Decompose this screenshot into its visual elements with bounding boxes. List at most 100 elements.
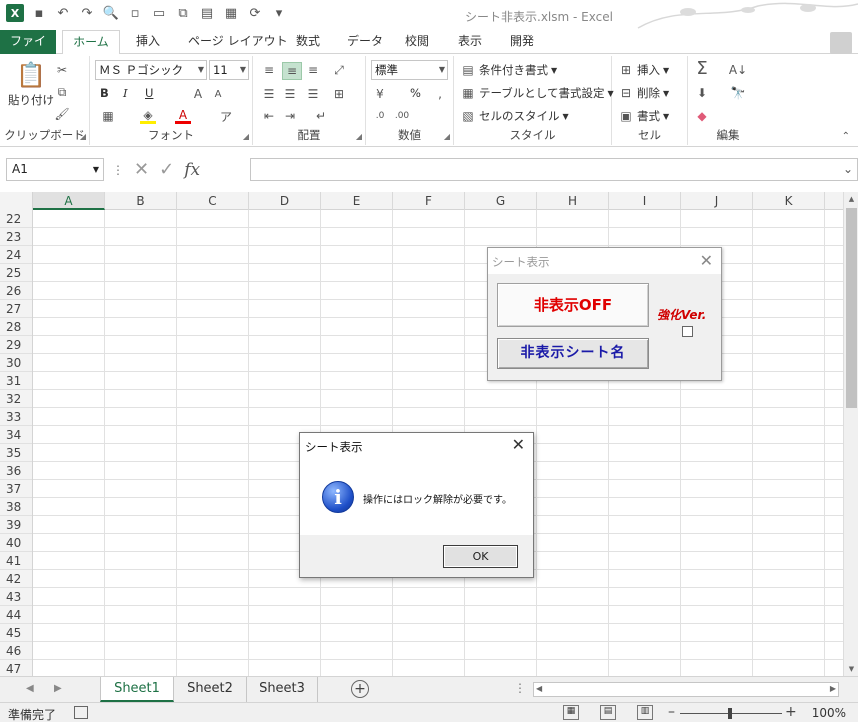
bold-button[interactable]: B (100, 86, 109, 100)
column-header[interactable]: B (105, 192, 177, 210)
tab-view[interactable]: 表示 (450, 30, 490, 54)
zoom-out-icon[interactable]: – (668, 704, 675, 720)
tab-insert[interactable]: 挿入 (128, 30, 168, 54)
row-header[interactable]: 22 (0, 210, 32, 228)
ok-button[interactable]: OK (443, 545, 518, 568)
percent-button[interactable]: % (410, 86, 421, 100)
splitter-handle-icon[interactable]: ⋮ (514, 681, 526, 695)
scroll-right-icon[interactable]: ▶ (830, 684, 836, 693)
format-as-table-button[interactable]: ▦ テーブルとして書式設定 ▼ (460, 85, 613, 101)
align-center-icon[interactable]: ☰ (282, 86, 298, 102)
number-format-select[interactable]: 標準 ▼ (371, 60, 448, 80)
align-middle-icon[interactable]: ≡ (282, 62, 302, 80)
vertical-scrollbar[interactable]: ▲ ▼ (843, 192, 858, 676)
tab-formulas[interactable]: 数式 (288, 30, 328, 54)
open-folder-icon[interactable]: ▭ (150, 4, 168, 22)
collapse-ribbon-icon[interactable]: ⌃ (842, 131, 850, 142)
zoom-level[interactable]: 100% (812, 706, 846, 720)
sheet-tab-sheet3[interactable]: Sheet3 (247, 677, 318, 702)
user-avatar[interactable] (830, 32, 852, 54)
alignment-launcher-icon[interactable]: ◢ (356, 132, 362, 141)
expand-formula-icon[interactable]: ⌄ (843, 162, 853, 176)
tab-file[interactable]: ファイル (0, 30, 56, 71)
hidden-sheets-button[interactable]: 非表示シート名 (497, 338, 649, 369)
font-color-icon[interactable]: A (175, 108, 191, 124)
scroll-up-icon[interactable]: ▲ (844, 192, 858, 206)
refresh-icon[interactable]: ⟳ (246, 4, 264, 22)
row-header[interactable]: 33 (0, 408, 32, 426)
enhanced-version-checkbox[interactable] (682, 326, 693, 337)
currency-icon[interactable]: ¥ (372, 86, 388, 102)
column-header[interactable]: E (321, 192, 393, 210)
fill-color-icon[interactable]: ◈ (140, 108, 156, 124)
decrease-decimal-icon[interactable]: .00 (394, 108, 410, 124)
cancel-icon[interactable]: ✕ (134, 159, 149, 180)
redo-icon[interactable]: ↷ (78, 4, 96, 22)
copy-icon[interactable]: ⧉ (54, 84, 70, 100)
name-box[interactable]: A1 ▼ (6, 158, 104, 181)
row-header[interactable]: 39 (0, 516, 32, 534)
autosum-icon[interactable]: Σ (694, 58, 710, 79)
insert-cells-button[interactable]: ⊞ 挿入 ▼ (618, 62, 669, 78)
find-select-icon[interactable]: 🔭 (730, 85, 746, 101)
save-icon[interactable]: ▪ (30, 4, 48, 22)
add-sheet-icon[interactable]: + (351, 680, 369, 698)
row-header[interactable]: 37 (0, 480, 32, 498)
row-header[interactable]: 24 (0, 246, 32, 264)
select-all-button[interactable] (0, 192, 33, 210)
increase-font-icon[interactable]: A (190, 86, 206, 102)
column-header[interactable]: G (465, 192, 537, 210)
page-break-view-icon[interactable]: ▥ (637, 705, 653, 720)
form-close-icon[interactable]: ✕ (700, 251, 713, 270)
sheet-tab-sheet2[interactable]: Sheet2 (174, 677, 247, 702)
prev-sheet-icon[interactable]: ◀ (26, 683, 34, 694)
format-cells-button[interactable]: ▣ 書式 ▼ (618, 108, 669, 124)
align-top-icon[interactable]: ≡ (261, 62, 277, 78)
horizontal-scroll-thumb[interactable] (548, 685, 798, 694)
cut-icon[interactable]: ✂ (54, 62, 70, 78)
borders-icon[interactable]: ▦ (100, 108, 116, 124)
comma-style-icon[interactable]: , (432, 86, 448, 102)
vertical-scroll-thumb[interactable] (846, 208, 857, 408)
column-header[interactable]: F (393, 192, 465, 210)
zoom-slider[interactable] (680, 708, 782, 719)
row-header[interactable]: 44 (0, 606, 32, 624)
column-header[interactable]: C (177, 192, 249, 210)
zoom-in-icon[interactable]: + (785, 704, 797, 720)
zoom-slider-knob[interactable] (728, 708, 732, 719)
wrap-text-icon[interactable]: ↵ (313, 108, 329, 124)
row-header[interactable]: 28 (0, 318, 32, 336)
align-left-icon[interactable]: ☰ (261, 86, 277, 102)
align-bottom-icon[interactable]: ≡ (305, 62, 321, 78)
increase-decimal-icon[interactable]: .0 (372, 108, 388, 124)
row-header[interactable]: 31 (0, 372, 32, 390)
format-painter-icon[interactable]: 🖌 (54, 106, 70, 122)
merge-center-icon[interactable]: ⊞ (331, 86, 347, 102)
horizontal-scrollbar[interactable]: ◀ ▶ (533, 682, 839, 697)
row-header[interactable]: 36 (0, 462, 32, 480)
fill-icon[interactable]: ⬇ (694, 85, 710, 101)
sort-filter-icon[interactable]: A↓ (729, 62, 747, 78)
phonetic-icon[interactable]: ア (218, 108, 234, 124)
tab-developer[interactable]: 開発 (502, 30, 542, 54)
row-header[interactable]: 46 (0, 642, 32, 660)
row-header[interactable]: 42 (0, 570, 32, 588)
tab-home[interactable]: ホーム (62, 30, 120, 55)
row-header[interactable]: 23 (0, 228, 32, 246)
new-file-icon[interactable]: ▫ (126, 4, 144, 22)
cell-styles-button[interactable]: ▧ セルのスタイル ▼ (460, 108, 568, 124)
paste-button[interactable]: 📋 貼り付け (8, 60, 54, 108)
tab-page-layout[interactable]: ページ レイアウト (180, 30, 296, 54)
formula-input[interactable]: ⌄ (250, 158, 858, 181)
italic-button[interactable]: I (123, 86, 128, 100)
column-header[interactable]: D (249, 192, 321, 210)
column-header[interactable]: H (537, 192, 609, 210)
dialog-close-icon[interactable]: ✕ (512, 435, 525, 454)
font-launcher-icon[interactable]: ◢ (243, 132, 249, 141)
tab-review[interactable]: 校閲 (397, 30, 437, 54)
decrease-indent-icon[interactable]: ⇤ (261, 108, 277, 124)
row-header[interactable]: 34 (0, 426, 32, 444)
align-right-icon[interactable]: ☰ (305, 86, 321, 102)
conditional-formatting-button[interactable]: ▤ 条件付き書式 ▼ (460, 62, 557, 78)
row-header[interactable]: 38 (0, 498, 32, 516)
